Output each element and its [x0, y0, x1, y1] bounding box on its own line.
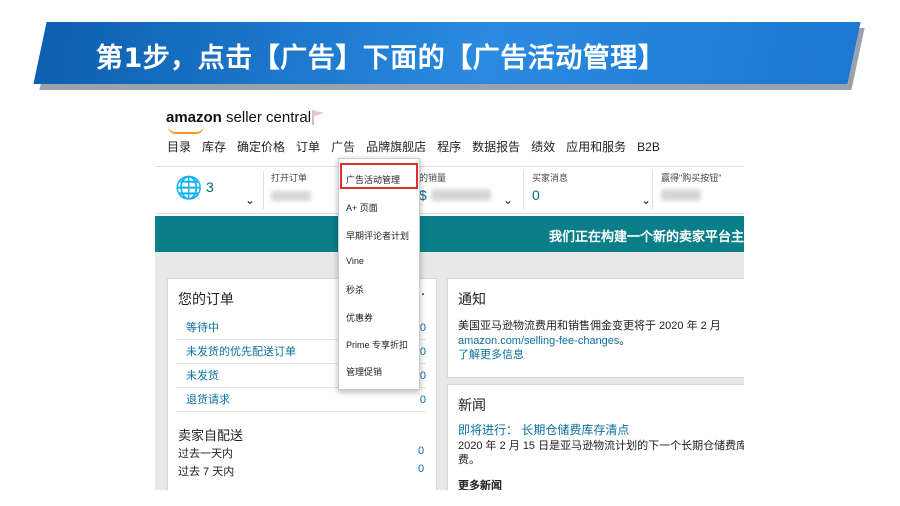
news-body: 2020 年 2 月 15 日是亚马逊物流计划的下一个长期仓储费库存 [458, 440, 744, 452]
menu-item-manage-promotions[interactable]: 管理促销 [346, 365, 382, 378]
nav-advertising[interactable]: 广告 [331, 140, 355, 154]
news-headline-link[interactable]: 即将进行： 长期仓储费库存清点 [458, 421, 629, 438]
nav-programs[interactable]: 程序 [437, 140, 461, 154]
period-value[interactable]: 0 [418, 463, 424, 475]
nav-reports[interactable]: 数据报告 [472, 140, 520, 154]
news-title: 新闻 [458, 397, 486, 413]
nav-stores[interactable]: 品牌旗舰店 [366, 140, 426, 154]
news-card: 新闻 即将进行： 长期仓储费库存清点 2020 年 2 月 15 日是亚马逊物流… [447, 384, 744, 490]
notice-text: 美国亚马逊物流费用和销售佣金变更将于 2020 年 2 月 [458, 320, 721, 332]
menu-item-campaign-manager[interactable]: 广告活动管理 [346, 173, 400, 186]
menu-item-a-plus[interactable]: A+ 页面 [346, 201, 378, 214]
buyer-messages-count[interactable]: 0 [532, 187, 540, 203]
blurred-value [271, 191, 311, 201]
orders-title: 您的订单 [178, 291, 234, 307]
advertising-dropdown-menu: 广告活动管理 A+ 页面 早期评论者计划 Vine 秒杀 优惠券 Prime 专… [338, 158, 420, 390]
nav-apps[interactable]: 应用和服务 [566, 140, 626, 154]
divider [523, 171, 524, 209]
chevron-down-icon[interactable]: ⌄ [245, 193, 255, 207]
announcement-banner: 我们正在构建一个新的卖家平台主 [155, 216, 744, 252]
buyer-messages-label: 买家消息 [532, 173, 569, 183]
menu-item-vine[interactable]: Vine [346, 256, 364, 266]
nav-pricing[interactable]: 确定价格 [237, 140, 285, 154]
nav-b2b[interactable]: B2B [637, 140, 660, 154]
period-value[interactable]: 0 [418, 445, 424, 457]
chevron-down-icon[interactable]: ⌄ [641, 193, 651, 207]
nav-inventory[interactable]: 库存 [202, 140, 226, 154]
flag-icon[interactable] [311, 109, 325, 125]
learn-more-link[interactable]: 了解更多信息 [458, 346, 524, 362]
menu-item-prime-discounts[interactable]: Prime 专享折扣 [346, 338, 408, 351]
nav-performance[interactable]: 绩效 [531, 140, 555, 154]
metrics-bar: 🌐 3 ⌄ 打开订单 的销量 $ ⌄ 买家消息 0 ⌄ 赢得"购买按钮" [155, 166, 744, 214]
seller-fulfilled-heading: 卖家自配送 [178, 428, 244, 443]
nav-orders[interactable]: 订单 [296, 140, 320, 154]
more-news-link[interactable]: 更多新闻 [458, 477, 502, 490]
menu-item-coupons[interactable]: 优惠券 [346, 311, 373, 324]
buybox-label: 赢得"购买按钮" [661, 173, 722, 183]
seller-central-screenshot: amazon seller central 目录 库存 确定价格 订单 广告 品牌旗舰店程… [155, 100, 744, 490]
divider [263, 171, 264, 209]
main-nav: 目录 库存 确定价格 订单 广告 品牌旗舰店 程序 数据报告 绩效 应用和服务 B2B [167, 138, 671, 155]
banner-title: 第1步，点击【广告】下面的【广告活动管理】 [96, 43, 666, 74]
sales-prefix: $ [419, 187, 427, 203]
blurred-value [661, 189, 701, 201]
menu-item-lightning-deals[interactable]: 秒杀 [346, 283, 364, 296]
notice-title: 通知 [458, 291, 486, 307]
chevron-down-icon[interactable]: ⌄ [503, 193, 513, 207]
announcement-text: 我们正在构建一个新的卖家平台主 [548, 229, 744, 244]
nav-catalog[interactable]: 目录 [167, 140, 191, 154]
blurred-value [431, 189, 491, 201]
period-label: 过去一天内 [178, 448, 233, 460]
amazon-smile-icon [168, 126, 204, 134]
news-body: 费。 [458, 454, 480, 466]
open-orders-label: 打开订单 [271, 173, 308, 183]
markets-count[interactable]: 3 [206, 179, 214, 195]
amazon-seller-central-logo: amazon seller central [166, 109, 311, 134]
divider [652, 171, 653, 209]
globe-icon[interactable]: 🌐 [175, 175, 202, 201]
menu-item-early-reviewer[interactable]: 早期评论者计划 [346, 229, 409, 242]
period-label: 过去 7 天内 [178, 466, 235, 478]
notice-card: 通知 美国亚马逊物流费用和销售佣金变更将于 2020 年 2 月 amazon.… [447, 278, 744, 378]
table-row[interactable]: 退货请求 0 [176, 389, 426, 412]
sales-label: 的销量 [419, 173, 447, 183]
